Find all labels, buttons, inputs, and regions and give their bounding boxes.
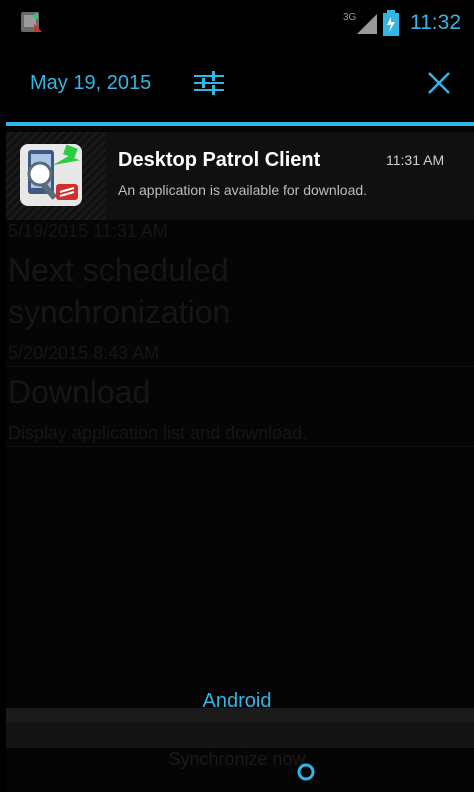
app-notification-icon [21,12,42,32]
drag-handle-icon[interactable] [296,762,316,782]
close-icon[interactable] [424,68,454,98]
row-divider [6,366,474,367]
row-divider [6,446,474,447]
status-bar [0,0,474,46]
status-time: 11:32 [410,11,461,34]
notification-body: An application is available for download… [118,182,368,198]
last-sync-time: 5/19/2015 11:31 AM [8,221,168,241]
synchronize-now-label: Synchronize now [168,749,306,769]
download-title: Download [8,374,151,410]
next-sync-title-line1: Next scheduled [8,252,229,288]
battery-icon [383,10,399,36]
network-type-label: 3G [343,12,357,23]
download-description: Display application list and download. [8,423,308,443]
notification-time: 11:31 AM [386,152,445,168]
next-sync-title-line2: synchronization [8,294,231,330]
header-divider [6,122,474,126]
bottom-bar [6,708,474,722]
next-sync-time: 5/20/2015 8:43 AM [8,343,160,363]
notification-title: Desktop Patrol Client [118,149,321,171]
date-label: May 19, 2015 [30,72,152,94]
settings-sliders-icon[interactable] [192,68,226,98]
signal-icon: 3G [343,10,379,36]
desktop-patrol-app-icon [20,144,82,206]
synchronize-now-button[interactable] [6,722,474,748]
